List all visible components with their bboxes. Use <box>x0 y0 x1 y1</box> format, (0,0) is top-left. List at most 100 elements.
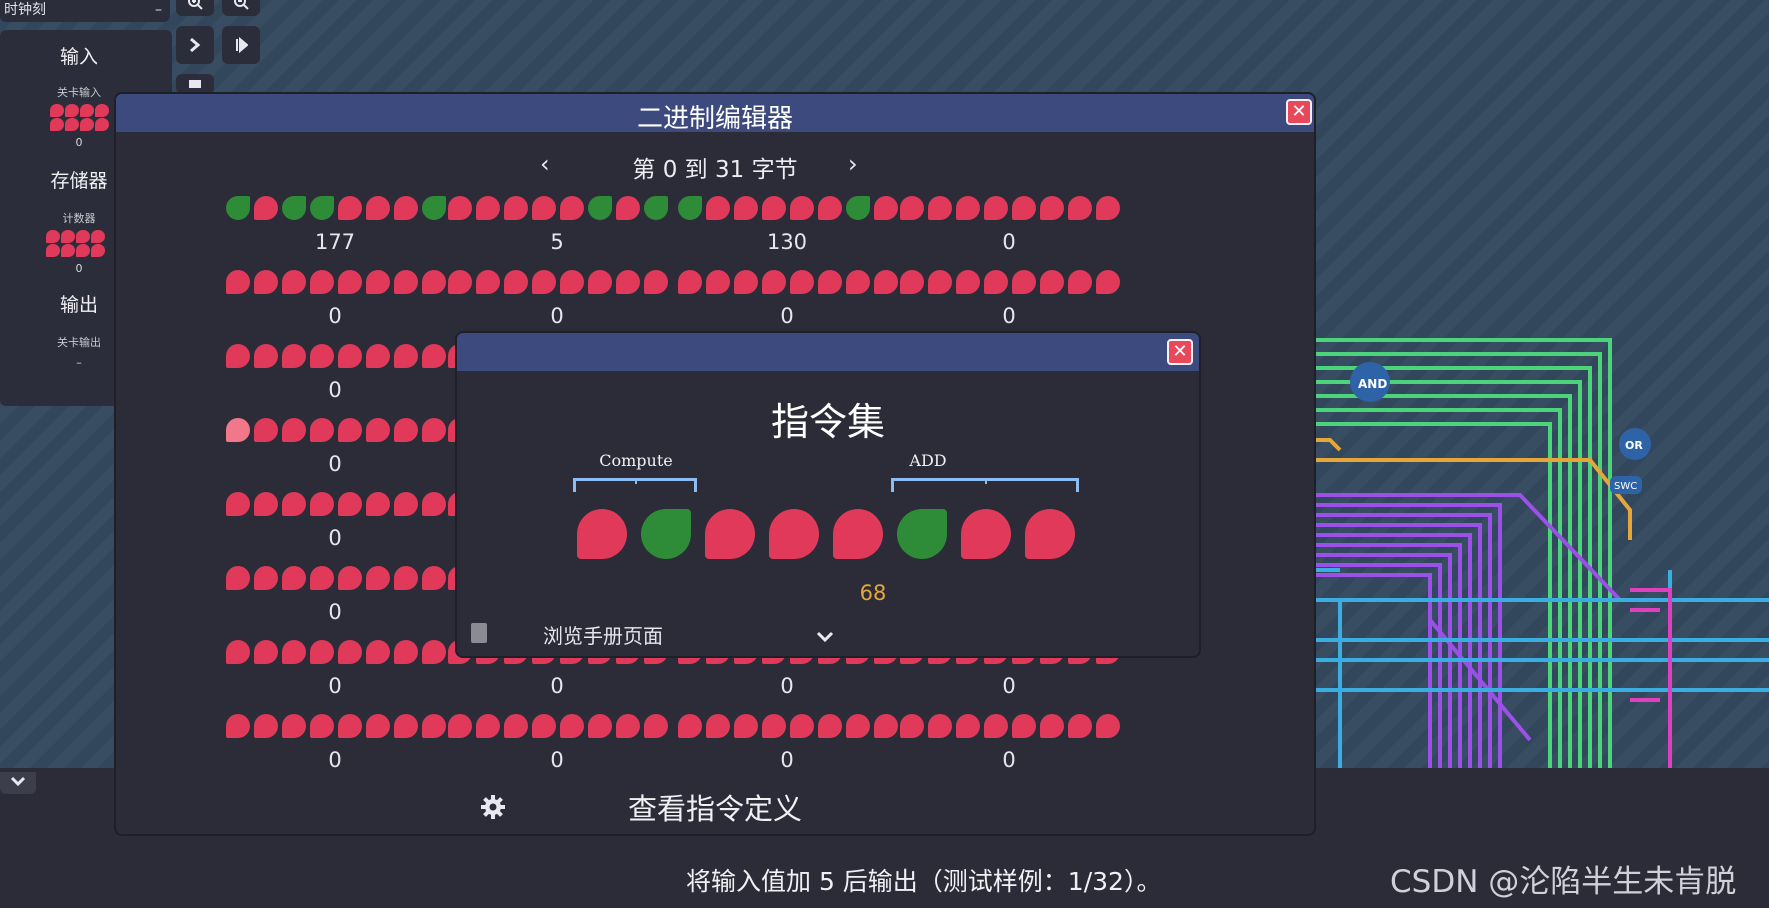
bit-toggle[interactable] <box>956 714 980 738</box>
bit-toggle[interactable] <box>734 270 758 294</box>
bit-toggle[interactable] <box>1012 714 1036 738</box>
bit-toggle[interactable] <box>338 566 362 590</box>
bit-toggle[interactable] <box>984 270 1008 294</box>
chevron-down-icon[interactable] <box>815 627 835 647</box>
bit-toggle[interactable] <box>956 270 980 294</box>
bit-toggle[interactable] <box>310 714 334 738</box>
bit-toggle[interactable] <box>790 270 814 294</box>
bit-toggle[interactable] <box>366 640 390 664</box>
bit-toggle[interactable] <box>422 566 446 590</box>
instruction-set-close-button[interactable]: ✕ <box>1167 339 1193 365</box>
bit-toggle[interactable] <box>846 196 870 220</box>
bit-toggle[interactable] <box>1096 714 1120 738</box>
bit-toggle[interactable] <box>282 344 306 368</box>
bit-toggle[interactable] <box>560 714 584 738</box>
bit-toggle[interactable] <box>254 640 278 664</box>
bit-toggle[interactable] <box>226 270 250 294</box>
bit-toggle[interactable] <box>394 492 418 516</box>
bit-toggle[interactable] <box>1068 196 1092 220</box>
bit-toggle[interactable] <box>310 566 334 590</box>
bit-toggle[interactable] <box>226 196 250 220</box>
instruction-bit-toggle[interactable] <box>897 509 947 559</box>
instruction-set-titlebar[interactable]: ✕ <box>457 333 1199 371</box>
bit-toggle[interactable] <box>448 196 472 220</box>
bit-toggle[interactable] <box>254 344 278 368</box>
clock-select[interactable]: 时钟刻 – <box>0 0 170 22</box>
bit-toggle[interactable] <box>338 196 362 220</box>
bit-toggle[interactable] <box>762 714 786 738</box>
instruction-bit-toggle[interactable] <box>577 509 627 559</box>
bit-toggle[interactable] <box>366 196 390 220</box>
bit-toggle[interactable] <box>310 418 334 442</box>
bit-toggle[interactable] <box>338 344 362 368</box>
bit-toggle[interactable] <box>644 196 668 220</box>
bit-toggle[interactable] <box>1096 270 1120 294</box>
bit-toggle[interactable] <box>226 640 250 664</box>
bit-toggle[interactable] <box>1096 196 1120 220</box>
zoom-in-button[interactable] <box>176 0 214 16</box>
bit-toggle[interactable] <box>254 566 278 590</box>
bit-toggle[interactable] <box>254 270 278 294</box>
bit-toggle[interactable] <box>310 196 334 220</box>
bit-toggle[interactable] <box>422 714 446 738</box>
bit-toggle[interactable] <box>984 714 1008 738</box>
bit-toggle[interactable] <box>282 566 306 590</box>
bit-toggle[interactable] <box>762 270 786 294</box>
bit-toggle[interactable] <box>422 344 446 368</box>
bit-toggle[interactable] <box>588 270 612 294</box>
bit-toggle[interactable] <box>846 270 870 294</box>
bit-toggle[interactable] <box>1040 270 1064 294</box>
bit-toggle[interactable] <box>282 270 306 294</box>
bit-toggle[interactable] <box>394 344 418 368</box>
bit-toggle[interactable] <box>254 492 278 516</box>
bit-toggle[interactable] <box>818 270 842 294</box>
bit-toggle[interactable] <box>394 714 418 738</box>
bit-toggle[interactable] <box>1040 196 1064 220</box>
bit-toggle[interactable] <box>394 270 418 294</box>
bit-toggle[interactable] <box>504 196 528 220</box>
bit-toggle[interactable] <box>226 566 250 590</box>
bit-toggle[interactable] <box>900 196 924 220</box>
stop-button[interactable] <box>176 74 214 94</box>
bit-toggle[interactable] <box>846 714 870 738</box>
bit-toggle[interactable] <box>956 196 980 220</box>
bit-toggle[interactable] <box>874 270 898 294</box>
bit-toggle[interactable] <box>254 418 278 442</box>
instruction-bit-toggle[interactable] <box>1025 509 1075 559</box>
bit-toggle[interactable] <box>900 270 924 294</box>
bit-toggle[interactable] <box>226 492 250 516</box>
instruction-bit-toggle[interactable] <box>961 509 1011 559</box>
bit-toggle[interactable] <box>366 344 390 368</box>
bit-toggle[interactable] <box>366 270 390 294</box>
bit-toggle[interactable] <box>338 640 362 664</box>
bit-toggle[interactable] <box>818 196 842 220</box>
bit-toggle[interactable] <box>310 344 334 368</box>
view-instruction-definitions-button[interactable]: 查看指令定义 <box>116 786 1314 828</box>
bit-toggle[interactable] <box>706 196 730 220</box>
bit-toggle[interactable] <box>706 714 730 738</box>
bit-toggle[interactable] <box>874 714 898 738</box>
bit-toggle[interactable] <box>678 714 702 738</box>
bit-toggle[interactable] <box>678 270 702 294</box>
bit-toggle[interactable] <box>476 270 500 294</box>
circuit-board[interactable]: AND OR SWC <box>1300 300 1769 770</box>
bit-toggle[interactable] <box>532 270 556 294</box>
bit-toggle[interactable] <box>282 492 306 516</box>
bit-toggle[interactable] <box>282 418 306 442</box>
level-input-bits[interactable] <box>50 104 109 131</box>
bit-toggle[interactable] <box>394 640 418 664</box>
bit-toggle[interactable] <box>282 640 306 664</box>
bit-toggle[interactable] <box>790 196 814 220</box>
bit-toggle[interactable] <box>644 714 668 738</box>
bit-toggle[interactable] <box>560 196 584 220</box>
bit-toggle[interactable] <box>734 714 758 738</box>
zoom-out-button[interactable] <box>222 0 260 16</box>
bit-toggle[interactable] <box>928 196 952 220</box>
bit-toggle[interactable] <box>310 492 334 516</box>
bit-toggle[interactable] <box>928 714 952 738</box>
counter-bits[interactable] <box>46 230 105 257</box>
bit-toggle[interactable] <box>1012 270 1036 294</box>
bit-toggle[interactable] <box>532 196 556 220</box>
bit-toggle[interactable] <box>226 344 250 368</box>
bit-toggle[interactable] <box>1068 714 1092 738</box>
